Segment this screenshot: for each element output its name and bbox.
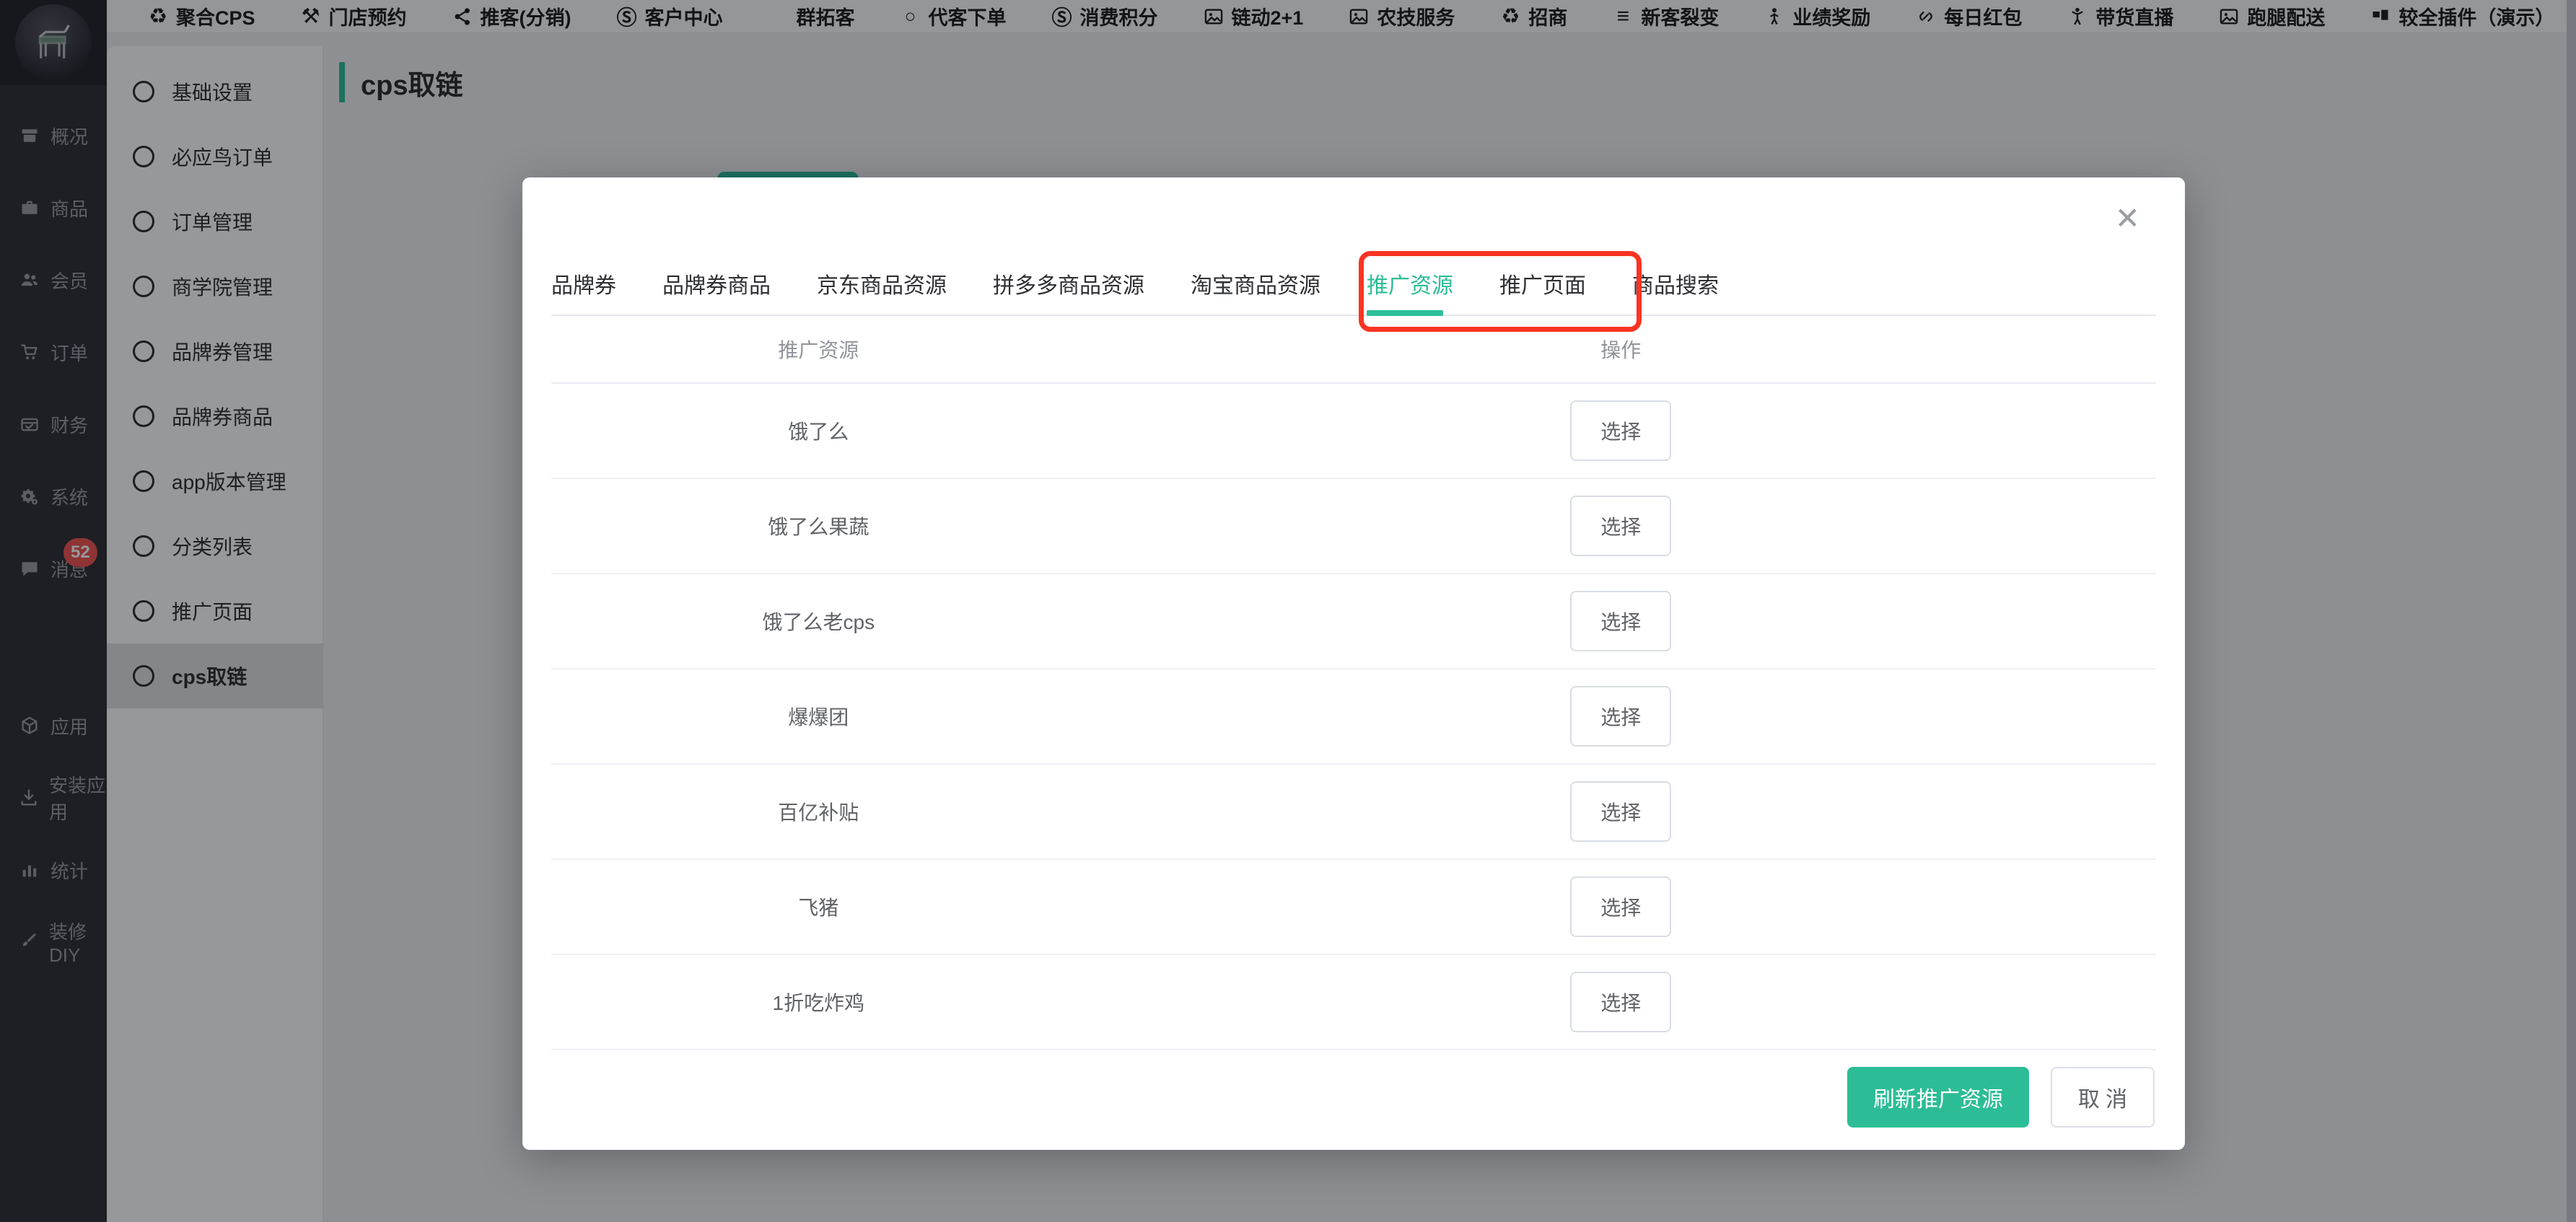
resource-type-tab-label: 推广页面 — [1499, 268, 1586, 299]
cancel-button[interactable]: 取 消 — [2051, 1067, 2155, 1128]
table-row: 1折吃炸鸡 选择 — [551, 955, 2156, 1050]
resource-type-tab[interactable]: 淘宝商品资源 — [1191, 252, 1320, 315]
select-button[interactable]: 选择 — [1570, 876, 1671, 937]
resource-name: 百亿补贴 — [551, 797, 1086, 826]
table-header-row: 推广资源 操作 — [551, 316, 2156, 384]
table-row: 爆爆团 选择 — [551, 669, 2156, 765]
column-header-action: 操作 — [1086, 335, 2156, 364]
table-row: 饿了么老cps 选择 — [551, 574, 2156, 669]
resource-type-tab-label: 京东商品资源 — [817, 268, 947, 299]
select-button[interactable]: 选择 — [1570, 972, 1671, 1032]
select-button[interactable]: 选择 — [1570, 686, 1671, 747]
select-button[interactable]: 选择 — [1570, 781, 1671, 842]
resource-name: 1折吃炸鸡 — [551, 988, 1086, 1016]
resource-name: 饿了么老cps — [551, 607, 1086, 636]
table-body: 饿了么 选择 饿了么果蔬 选择 饿了么老cps 选择 爆爆团 — [551, 384, 2156, 1050]
table-row: 饿了么果蔬 选择 — [551, 479, 2156, 574]
resource-type-tab-label: 拼多多商品资源 — [993, 268, 1144, 299]
select-button[interactable]: 选择 — [1570, 400, 1671, 461]
select-button[interactable]: 选择 — [1570, 591, 1671, 651]
resource-type-tab[interactable]: 品牌券商品 — [662, 252, 771, 315]
dialog-footer: 刷新推广资源 取 消 — [1847, 1067, 2155, 1128]
resource-type-tab-label: 推广资源 — [1367, 268, 1453, 299]
resource-name: 飞猪 — [551, 892, 1086, 921]
resource-name: 饿了么果蔬 — [551, 511, 1086, 540]
refresh-resources-button[interactable]: 刷新推广资源 — [1847, 1067, 2029, 1128]
resource-type-tab[interactable]: 拼多多商品资源 — [993, 252, 1144, 315]
resource-type-tab[interactable]: 品牌券 — [551, 252, 616, 315]
promotion-resource-table: 推广资源 操作 饿了么 选择 饿了么果蔬 选择 饿了么老cps 选 — [551, 316, 2156, 1050]
column-header-resource: 推广资源 — [551, 335, 1086, 364]
resource-type-tab[interactable]: 商品搜索 — [1632, 252, 1719, 315]
resource-type-tabs: 品牌券 品牌券商品 京东商品资源 拼多多商品资源 淘宝商品资源 推广资源 推广页… — [551, 252, 2156, 316]
resource-type-tab-label: 品牌券 — [551, 268, 616, 299]
resource-name: 饿了么 — [551, 416, 1086, 445]
resource-name: 爆爆团 — [551, 702, 1086, 731]
resource-type-tab[interactable]: 推广资源 — [1367, 252, 1453, 315]
select-button[interactable]: 选择 — [1570, 496, 1671, 556]
close-icon[interactable]: ✕ — [2115, 203, 2140, 234]
resource-type-tab-label: 品牌券商品 — [662, 268, 771, 299]
resource-type-tab-label: 淘宝商品资源 — [1191, 268, 1320, 299]
table-row: 百亿补贴 选择 — [551, 765, 2156, 860]
table-row: 饿了么 选择 — [551, 384, 2156, 479]
resource-type-tab[interactable]: 京东商品资源 — [817, 252, 947, 315]
table-row: 飞猪 选择 — [551, 860, 2156, 955]
select-resource-dialog: ✕ 品牌券 品牌券商品 京东商品资源 拼多多商品资源 淘宝商品资源 推广资源 推… — [522, 177, 2185, 1150]
resource-type-tab[interactable]: 推广页面 — [1499, 252, 1586, 315]
resource-type-tab-label: 商品搜索 — [1632, 268, 1719, 299]
